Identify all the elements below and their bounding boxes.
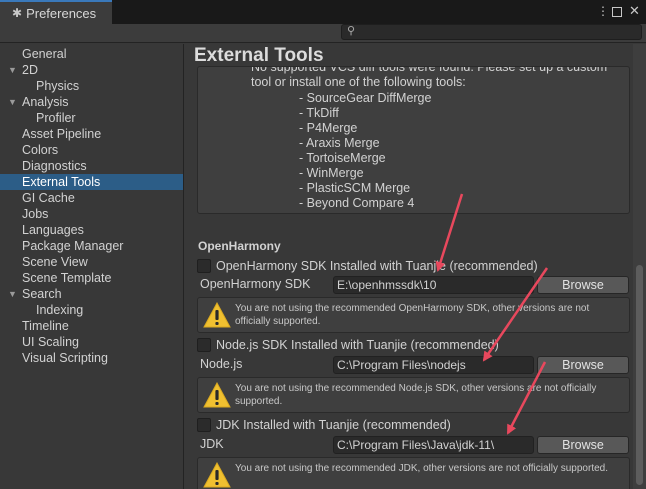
- jdk-label: JDK: [200, 437, 224, 451]
- jdk-warning: You are not using the recommended JDK, o…: [197, 457, 630, 489]
- search-input[interactable]: ⚲: [341, 24, 642, 40]
- nodejs-label: Node.js: [200, 357, 243, 371]
- search-icon: ⚲: [347, 25, 356, 37]
- sidebar-item-label: Physics: [36, 79, 80, 93]
- sidebar-item-label: Asset Pipeline: [22, 127, 102, 141]
- expand-arrow-icon[interactable]: ▼: [8, 62, 17, 78]
- sidebar-item-label: Diagnostics: [22, 159, 87, 173]
- sidebar-item-jobs[interactable]: Jobs: [0, 206, 183, 222]
- close-icon[interactable]: ✕: [629, 4, 640, 18]
- main-panel: External Tools No supported VCS diff too…: [185, 44, 646, 489]
- sidebar-item-label: Package Manager: [22, 239, 124, 253]
- sidebar-item-general[interactable]: General: [0, 46, 183, 62]
- warning-icon: [203, 302, 231, 328]
- gear-icon: ✱: [12, 6, 23, 20]
- sidebar-item-package-manager[interactable]: Package Manager: [0, 238, 183, 254]
- vcs-tool-item: - TkDiff: [299, 106, 339, 120]
- sidebar-item-label: Timeline: [22, 319, 69, 333]
- scrollbar-thumb[interactable]: [636, 265, 643, 485]
- vcs-message-line: tool or install one of the following too…: [251, 75, 466, 89]
- nodejs-sdk-checkbox[interactable]: [197, 338, 211, 352]
- sidebar-item-label: Scene View: [22, 255, 88, 269]
- sidebar: General ▼ 2D Physics ▼ Analysis Profiler Asset …: [0, 44, 184, 489]
- jdk-path-field[interactable]: C:\Program Files\Java\jdk-11\: [333, 436, 534, 454]
- sidebar-item-label: 2D: [22, 63, 38, 77]
- warning-text: You are not using the recommended OpenHa…: [235, 303, 590, 327]
- warning-icon: [203, 382, 231, 408]
- sidebar-item-timeline[interactable]: Timeline: [0, 318, 183, 334]
- sidebar-item-scene-view[interactable]: Scene View: [0, 254, 183, 270]
- jdk-toggle-label: JDK Installed with Tuanjie (recommended): [216, 418, 451, 432]
- sidebar-item-label: General: [22, 47, 67, 61]
- sidebar-item-physics[interactable]: Physics: [0, 78, 183, 94]
- sidebar-item-diagnostics[interactable]: Diagnostics: [0, 158, 183, 174]
- sidebar-item-label: Jobs: [22, 207, 49, 221]
- expand-arrow-icon[interactable]: ▼: [8, 286, 17, 302]
- openharmony-sdk-path-field[interactable]: E:\openhmssdk\10: [333, 276, 534, 294]
- vcs-tool-item: - Araxis Merge: [299, 136, 380, 150]
- openharmony-sdk-toggle[interactable]: OpenHarmony SDK Installed with Tuanjie (…: [197, 258, 538, 274]
- jdk-checkbox[interactable]: [197, 418, 211, 432]
- sidebar-item-external-tools[interactable]: External Tools: [0, 174, 183, 190]
- sidebar-item-label: Colors: [22, 143, 59, 157]
- sidebar-item-indexing[interactable]: Indexing: [0, 302, 183, 318]
- title-bar: ✱ Preferences ⋮ ✕: [0, 0, 646, 24]
- maximize-icon[interactable]: [612, 7, 622, 17]
- warning-icon: [203, 462, 231, 488]
- warning-text: You are not using the recommended JDK, o…: [235, 463, 608, 474]
- sidebar-item-colors[interactable]: Colors: [0, 142, 183, 158]
- sidebar-item-label: Search: [22, 287, 62, 301]
- window-tab[interactable]: ✱ Preferences: [0, 0, 112, 24]
- nodejs-warning: You are not using the recommended Node.j…: [197, 377, 630, 413]
- sidebar-item-gi-cache[interactable]: GI Cache: [0, 190, 183, 206]
- sidebar-item-label: GI Cache: [22, 191, 75, 205]
- vcs-message-box: No supported VCS diff tools were found. …: [197, 66, 630, 214]
- sidebar-item-label: Languages: [22, 223, 84, 237]
- page-title: External Tools: [194, 45, 324, 66]
- sidebar-item-label: UI Scaling: [22, 335, 79, 349]
- openharmony-sdk-toggle-label: OpenHarmony SDK Installed with Tuanjie (…: [216, 259, 538, 273]
- openharmony-sdk-checkbox[interactable]: [197, 259, 211, 273]
- nodejs-path-field[interactable]: C:\Program Files\nodejs: [333, 356, 534, 374]
- sidebar-item-2d[interactable]: ▼ 2D: [0, 62, 183, 78]
- openharmony-sdk-browse-button[interactable]: Browse: [537, 276, 629, 294]
- sidebar-item-scene-template[interactable]: Scene Template: [0, 270, 183, 286]
- sidebar-item-label: Analysis: [22, 95, 69, 109]
- sidebar-item-languages[interactable]: Languages: [0, 222, 183, 238]
- sidebar-item-ui-scaling[interactable]: UI Scaling: [0, 334, 183, 350]
- more-options-icon[interactable]: ⋮: [597, 4, 609, 18]
- nodejs-browse-button[interactable]: Browse: [537, 356, 629, 374]
- openharmony-sdk-label: OpenHarmony SDK: [200, 277, 311, 291]
- section-title-openharmony: OpenHarmony: [198, 239, 281, 253]
- expand-arrow-icon[interactable]: ▼: [8, 94, 17, 110]
- jdk-toggle[interactable]: JDK Installed with Tuanjie (recommended): [197, 417, 451, 433]
- sidebar-item-label: Indexing: [36, 303, 84, 317]
- vcs-message-line: No supported VCS diff tools were found. …: [251, 66, 608, 74]
- sidebar-item-profiler[interactable]: Profiler: [0, 110, 183, 126]
- sidebar-item-visual-scripting[interactable]: Visual Scripting: [0, 350, 183, 366]
- sidebar-item-label: External Tools: [22, 175, 101, 189]
- warning-text: You are not using the recommended Node.j…: [235, 383, 597, 407]
- vcs-tool-item: - WinMerge: [299, 166, 364, 180]
- sidebar-item-label: Visual Scripting: [22, 351, 108, 365]
- nodejs-sdk-toggle-label: Node.js SDK Installed with Tuanjie (reco…: [216, 338, 499, 352]
- openharmony-sdk-warning: You are not using the recommended OpenHa…: [197, 297, 630, 333]
- vcs-tool-item: - TortoiseMerge: [299, 151, 386, 165]
- sidebar-item-search[interactable]: ▼ Search: [0, 286, 183, 302]
- sidebar-item-label: Scene Template: [22, 271, 112, 285]
- jdk-browse-button[interactable]: Browse: [537, 436, 629, 454]
- vcs-tool-item: - P4Merge: [299, 121, 358, 135]
- vcs-tool-item: - PlasticSCM Merge: [299, 181, 411, 195]
- sidebar-item-label: Profiler: [36, 111, 76, 125]
- vcs-tool-item: - Beyond Compare 4: [299, 196, 415, 210]
- sidebar-item-analysis[interactable]: ▼ Analysis: [0, 94, 183, 110]
- vcs-tool-item: - SourceGear DiffMerge: [299, 91, 432, 105]
- nodejs-sdk-toggle[interactable]: Node.js SDK Installed with Tuanjie (reco…: [197, 337, 499, 353]
- sidebar-item-asset-pipeline[interactable]: Asset Pipeline: [0, 126, 183, 142]
- window-title: Preferences: [26, 5, 97, 21]
